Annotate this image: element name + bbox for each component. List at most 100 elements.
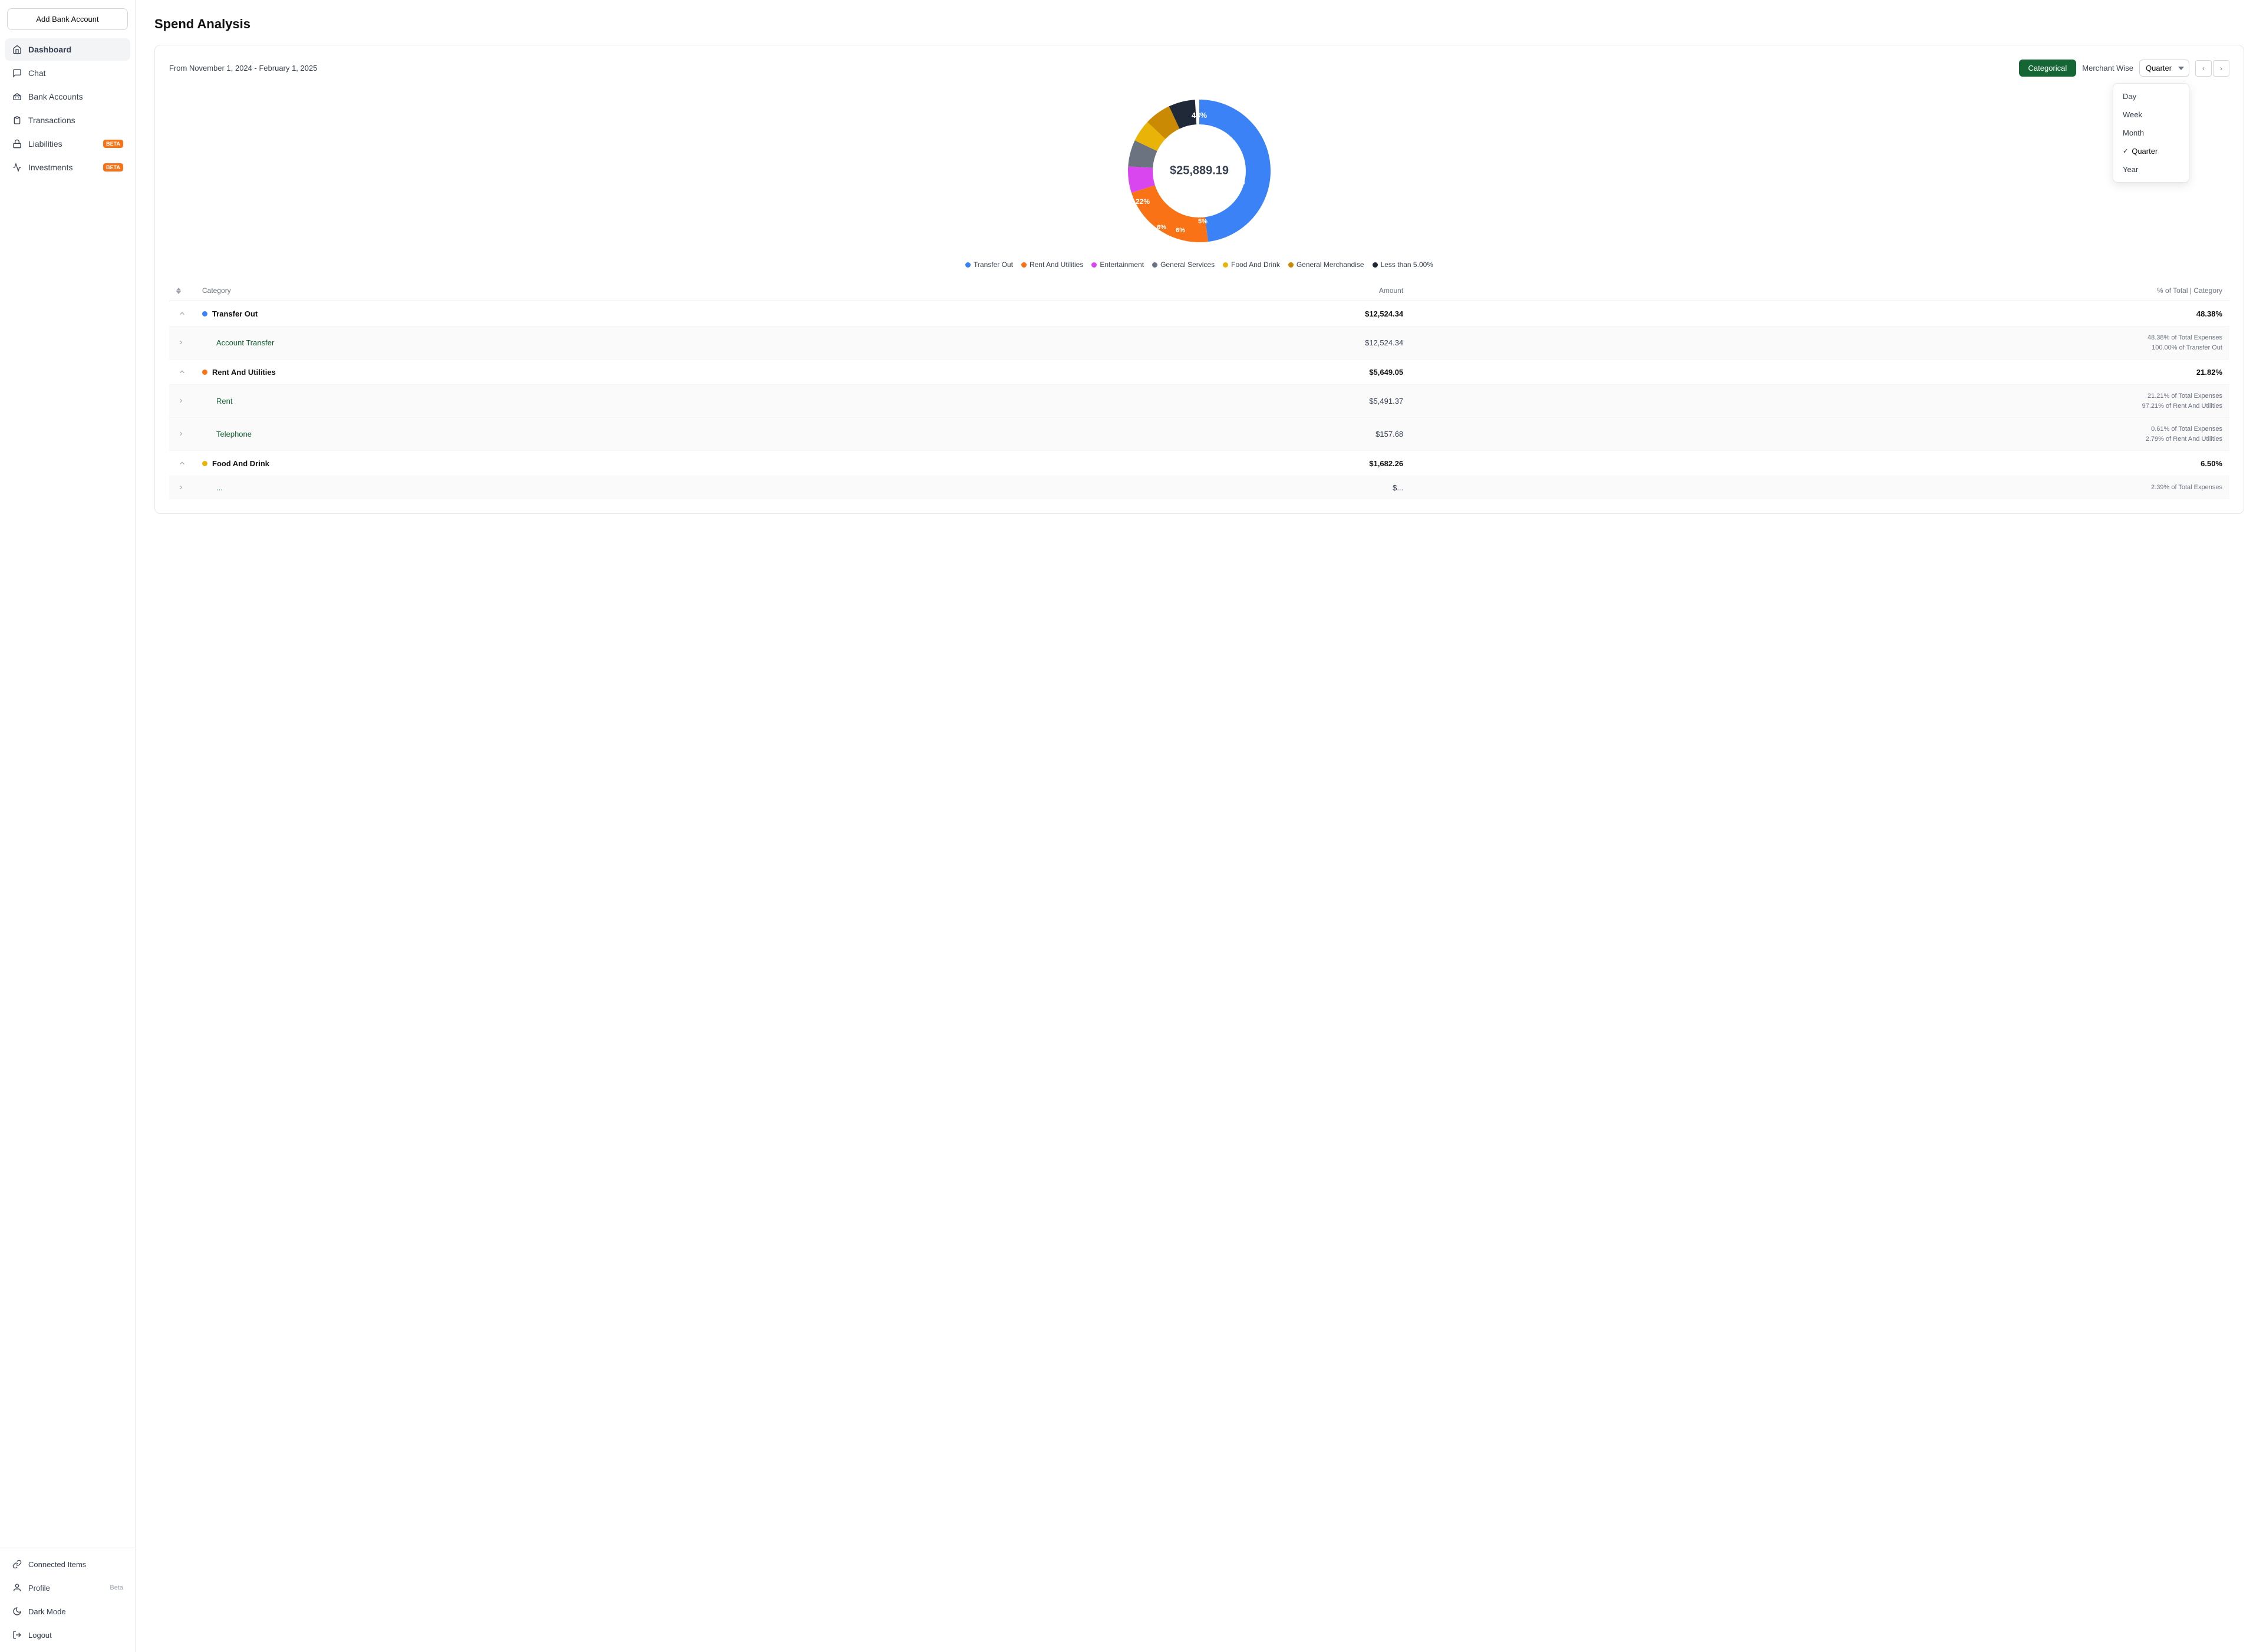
sub-category-name[interactable]: Telephone xyxy=(202,430,252,438)
nav-list: Dashboard Chat Bank Accounts Transaction… xyxy=(0,38,135,1548)
sidebar-item-dashboard[interactable]: Dashboard xyxy=(5,38,130,61)
legend-item-less-than-5.00%: Less than 5.00% xyxy=(1373,261,1433,269)
dropdown-month[interactable]: Month xyxy=(2113,124,2189,142)
pct-cell: 6.50% xyxy=(1410,451,2229,476)
legend-dot xyxy=(1021,262,1027,268)
sidebar-item-label: Logout xyxy=(28,1631,52,1640)
expand-icon[interactable] xyxy=(176,457,188,469)
category-dot xyxy=(202,370,207,375)
expand-cell-sub[interactable] xyxy=(169,418,195,451)
pct-gen-merch: 6% xyxy=(1214,203,1223,210)
amount-column-header: Amount xyxy=(955,281,1410,301)
legend-label: Food And Drink xyxy=(1231,261,1280,269)
next-arrow-button[interactable]: › xyxy=(2213,60,2229,77)
legend-item-general-merchandise: General Merchandise xyxy=(1288,261,1364,269)
expand-cell[interactable] xyxy=(169,451,195,476)
date-range: From November 1, 2024 - February 1, 2025 xyxy=(169,64,317,72)
sidebar-item-logout[interactable]: Logout xyxy=(5,1624,130,1646)
sub-category-name[interactable]: ... xyxy=(202,483,223,492)
chevron-right-icon[interactable] xyxy=(176,483,186,492)
categorical-button[interactable]: Categorical xyxy=(2019,60,2077,77)
category-dot xyxy=(202,311,207,316)
header-controls: Categorical Merchant Wise Day Week Month… xyxy=(2019,60,2229,77)
chart-legend: Transfer Out Rent And Utilities Entertai… xyxy=(965,261,1433,269)
lock-icon xyxy=(12,139,22,149)
expand-cell-sub[interactable] xyxy=(169,327,195,360)
sub-category-name[interactable]: Rent xyxy=(202,397,232,405)
dropdown-quarter[interactable]: ✓ Quarter xyxy=(2113,142,2189,160)
time-period-select[interactable]: Day Week Month Quarter Year xyxy=(2139,60,2189,77)
table-row: Account Transfer $12,524.34 48.38% of To… xyxy=(169,327,2229,360)
table-row: Rent And Utilities $5,649.05 21.82% xyxy=(169,360,2229,385)
category-main: Food And Drink xyxy=(202,459,948,468)
table-row: Food And Drink $1,682.26 6.50% xyxy=(169,451,2229,476)
table-body: Transfer Out $12,524.34 48.38% Account T… xyxy=(169,301,2229,500)
legend-dot xyxy=(1223,262,1228,268)
sidebar-item-connected-items[interactable]: Connected Items xyxy=(5,1553,130,1575)
sidebar-item-label: Transactions xyxy=(28,116,75,125)
legend-dot xyxy=(965,262,971,268)
sidebar-item-liabilities[interactable]: Liabilities BETA xyxy=(5,133,130,155)
chevron-right-icon[interactable] xyxy=(176,338,186,347)
dropdown-year[interactable]: Year xyxy=(2113,160,2189,179)
page-title: Spend Analysis xyxy=(154,17,2244,32)
pct-line1: 2.39% of Total Expenses xyxy=(1417,483,2222,493)
sidebar-item-label: Bank Accounts xyxy=(28,92,83,101)
pct-sub-cell: 21.21% of Total Expenses 97.21% of Rent … xyxy=(1410,385,2229,418)
chevron-right-icon[interactable] xyxy=(176,429,186,438)
expand-cell[interactable] xyxy=(169,301,195,327)
pct-rent-util: 22% xyxy=(1136,197,1150,206)
expand-cell[interactable] xyxy=(169,360,195,385)
category-cell: Food And Drink xyxy=(195,451,955,476)
category-cell-sub: Telephone xyxy=(195,418,955,451)
sidebar-item-label: Dark Mode xyxy=(28,1607,66,1616)
category-cell-sub: Account Transfer xyxy=(195,327,955,360)
sort-column-header[interactable] xyxy=(169,281,195,301)
spend-table: Category Amount % of Total | Category Tr… xyxy=(169,281,2229,499)
sidebar-item-bank-accounts[interactable]: Bank Accounts xyxy=(5,85,130,108)
expand-icon[interactable] xyxy=(176,366,188,378)
sidebar-item-transactions[interactable]: Transactions xyxy=(5,109,130,131)
chart-area: $25,889.19 48% 22% 6% 6% 5% 6% 6% Transf… xyxy=(169,88,2229,269)
amount-sub-cell: $... xyxy=(955,476,1410,500)
pct-line1: 0.61% of Total Expenses xyxy=(1417,424,2222,434)
sidebar-item-investments[interactable]: Investments BETA xyxy=(5,156,130,179)
pct-entertainment: 6% xyxy=(1157,224,1166,231)
expand-icon[interactable] xyxy=(176,308,188,319)
time-selector-wrapper: Day Week Month Quarter Year Day Week Mon… xyxy=(2139,60,2189,77)
dropdown-day[interactable]: Day xyxy=(2113,87,2189,105)
merchant-wise-button[interactable]: Merchant Wise xyxy=(2082,64,2133,72)
card-header: From November 1, 2024 - February 1, 2025… xyxy=(169,60,2229,77)
dropdown-week[interactable]: Week xyxy=(2113,105,2189,124)
pct-less-than: 6% xyxy=(1235,178,1245,186)
legend-label: Rent And Utilities xyxy=(1030,261,1083,269)
table-row: Rent $5,491.37 21.21% of Total Expenses … xyxy=(169,385,2229,418)
house-icon xyxy=(12,44,22,55)
main-content: Spend Analysis From November 1, 2024 - F… xyxy=(136,0,2263,1652)
chevron-right-icon[interactable] xyxy=(176,396,186,405)
donut-center-value: $25,889.19 xyxy=(1170,164,1229,178)
legend-label: Transfer Out xyxy=(974,261,1013,269)
table-row: Transfer Out $12,524.34 48.38% xyxy=(169,301,2229,327)
prev-arrow-button[interactable]: ‹ xyxy=(2195,60,2212,77)
pct-column-header: % of Total | Category xyxy=(1410,281,2229,301)
beta-badge: BETA xyxy=(103,163,123,172)
nav-arrows: ‹ › xyxy=(2195,60,2229,77)
expand-cell-sub[interactable] xyxy=(169,385,195,418)
sidebar-item-dark-mode[interactable]: Dark Mode xyxy=(5,1600,130,1623)
expand-cell-sub[interactable] xyxy=(169,476,195,500)
sidebar-item-chat[interactable]: Chat xyxy=(5,62,130,84)
sidebar-item-profile[interactable]: Profile Beta xyxy=(5,1577,130,1599)
legend-label: General Services xyxy=(1160,261,1215,269)
sidebar-item-label: Liabilities xyxy=(28,139,62,149)
amount-sub-cell: $5,491.37 xyxy=(955,385,1410,418)
add-bank-button[interactable]: Add Bank Account xyxy=(7,8,128,30)
amount-sub-cell: $12,524.34 xyxy=(955,327,1410,360)
amount-cell: $1,682.26 xyxy=(955,451,1410,476)
chart-icon xyxy=(12,162,22,173)
legend-dot xyxy=(1288,262,1294,268)
table-row: ... $... 2.39% of Total Expenses xyxy=(169,476,2229,500)
legend-item-transfer-out: Transfer Out xyxy=(965,261,1013,269)
sub-category-name[interactable]: Account Transfer xyxy=(202,338,274,347)
legend-item-entertainment: Entertainment xyxy=(1091,261,1144,269)
